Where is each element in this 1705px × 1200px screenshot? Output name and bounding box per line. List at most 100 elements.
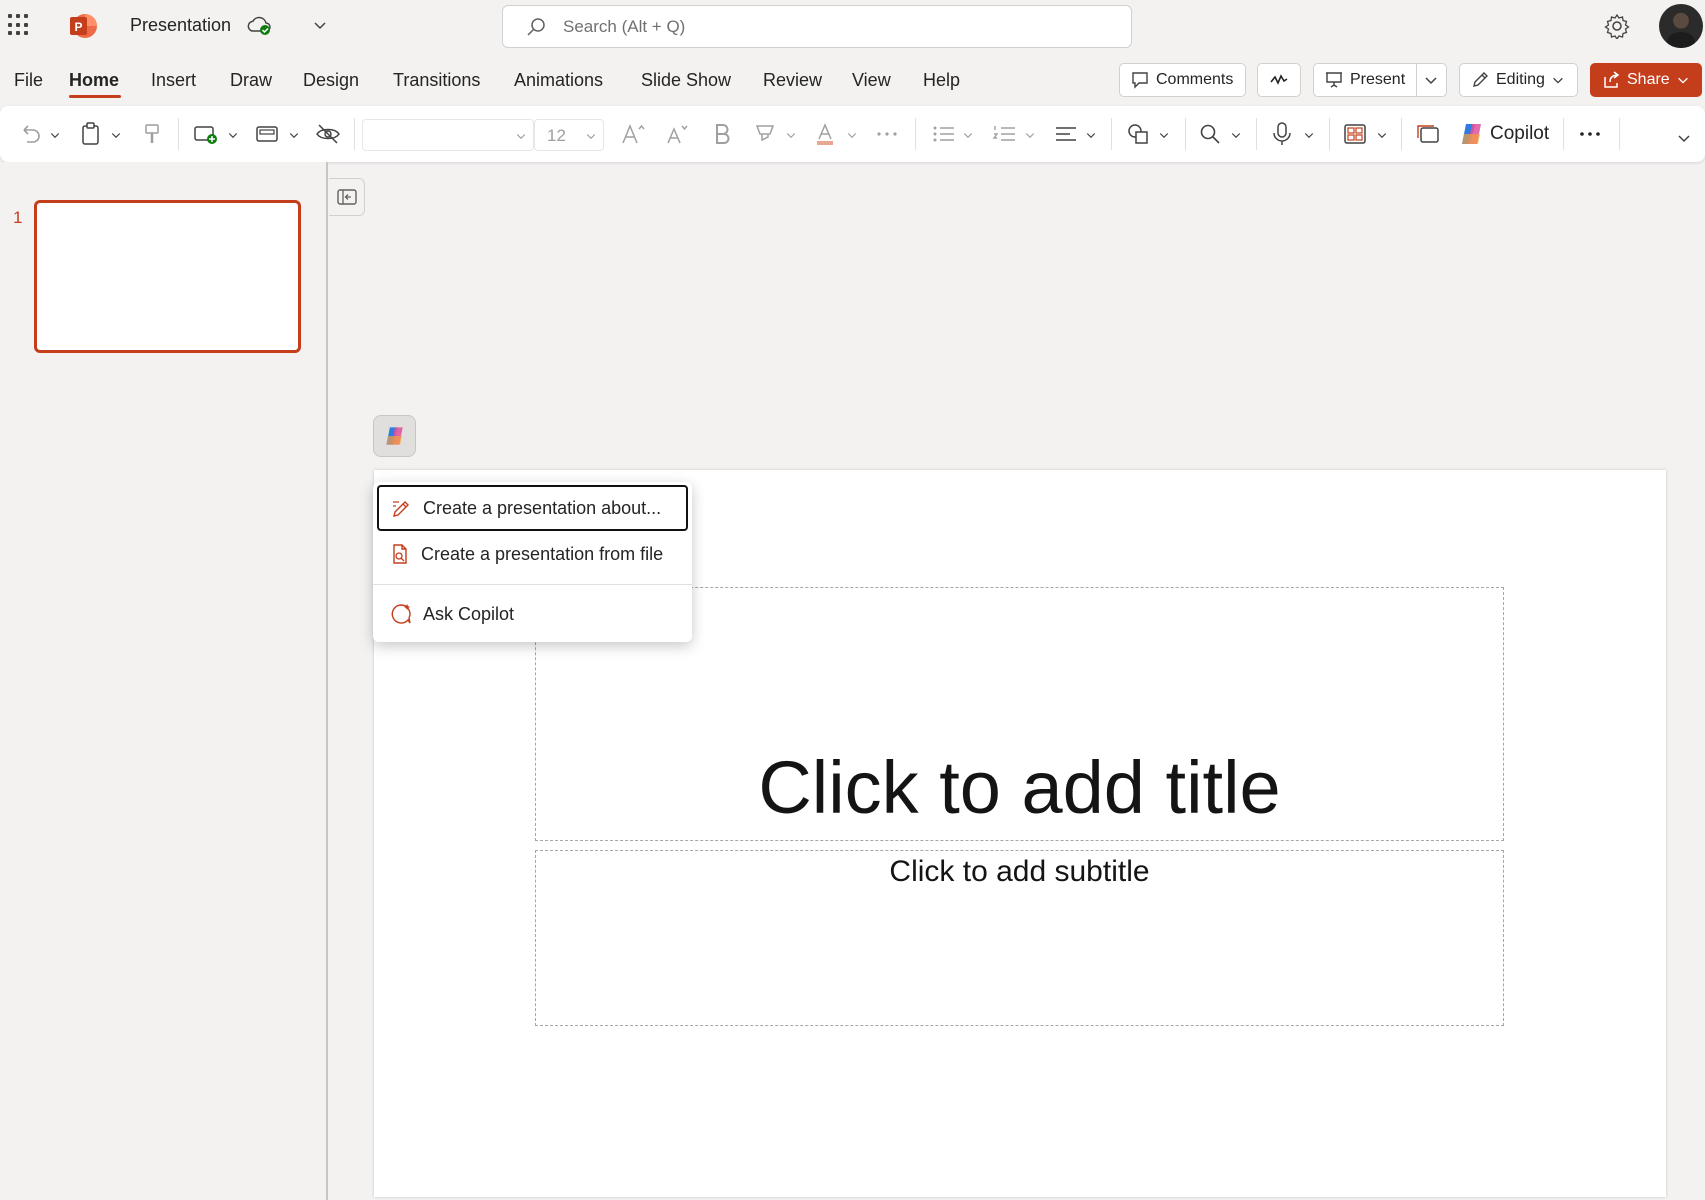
search-box[interactable]: Search (Alt + Q) <box>502 5 1132 48</box>
cloud-saved-icon[interactable] <box>246 15 272 37</box>
designer-icon[interactable] <box>1341 120 1369 148</box>
gear-icon[interactable] <box>1604 13 1630 41</box>
slide-number: 1 <box>13 208 23 227</box>
dictate-chevron-icon[interactable] <box>1303 128 1315 140</box>
menu-draw[interactable]: Draw <box>230 70 272 91</box>
menu-divider <box>373 584 692 585</box>
chevron-down-icon <box>1677 77 1688 84</box>
chevron-down-icon <box>585 129 597 141</box>
ribbon-expand-chevron-icon[interactable] <box>1676 130 1692 146</box>
more-options-icon[interactable] <box>1576 120 1604 148</box>
more-font-options-icon[interactable] <box>873 120 901 148</box>
decrease-font-size-icon[interactable] <box>664 120 692 148</box>
ask-copilot-label: Ask Copilot <box>423 603 515 624</box>
font-size-dropdown[interactable]: 12 <box>534 119 604 151</box>
menu-review[interactable]: Review <box>763 70 822 91</box>
copilot-icon[interactable] <box>1458 120 1486 148</box>
subtitle-placeholder-text: Click to add subtitle <box>889 855 1150 888</box>
menu-design[interactable]: Design <box>303 70 359 91</box>
comments-label: Comments <box>1156 71 1234 88</box>
numbering-icon[interactable] <box>991 120 1019 148</box>
search-placeholder: Search (Alt + Q) <box>563 17 686 36</box>
paste-icon[interactable] <box>77 120 105 148</box>
ribbon-divider <box>915 118 916 150</box>
find-chevron-icon[interactable] <box>1230 128 1242 140</box>
bold-icon[interactable] <box>708 120 736 148</box>
ribbon-divider <box>1329 118 1330 150</box>
bullets-chevron-icon[interactable] <box>962 128 974 140</box>
highlight-icon[interactable] <box>751 120 779 148</box>
editing-label: Editing <box>1496 71 1545 88</box>
slide-thumbnail[interactable] <box>34 200 301 353</box>
new-slide-icon[interactable] <box>191 120 219 148</box>
layout-icon[interactable] <box>253 120 281 148</box>
menu-file[interactable]: File <box>14 70 43 91</box>
menu-view[interactable]: View <box>852 70 891 91</box>
reuse-slides-icon[interactable] <box>1414 120 1442 148</box>
font-name-dropdown[interactable] <box>362 119 534 151</box>
layout-chevron-icon[interactable] <box>288 128 300 140</box>
copilot-floating-button[interactable] <box>373 415 416 457</box>
ask-copilot-item[interactable]: Ask Copilot <box>377 591 688 637</box>
numbering-chevron-icon[interactable] <box>1024 128 1036 140</box>
bullets-icon[interactable] <box>930 120 958 148</box>
font-color-icon[interactable] <box>811 120 839 148</box>
create-presentation-from-file-label: Create a presentation from file <box>421 543 664 564</box>
copilot-icon <box>385 427 403 445</box>
menu-transitions[interactable]: Transitions <box>393 70 480 91</box>
chevron-down-icon[interactable] <box>312 17 328 33</box>
app-launcher-icon[interactable] <box>8 14 30 36</box>
chevron-down-icon <box>1553 77 1563 84</box>
menu-slide-show[interactable]: Slide Show <box>641 70 731 91</box>
paste-chevron-icon[interactable] <box>110 128 122 140</box>
chevron-down-icon <box>515 129 527 141</box>
increase-font-size-icon[interactable] <box>620 120 648 148</box>
shapes-icon[interactable] <box>1124 120 1152 148</box>
search-icon <box>525 16 547 38</box>
shapes-chevron-icon[interactable] <box>1158 128 1170 140</box>
present-label: Present <box>1350 71 1406 88</box>
home-ribbon: 12 Copilot <box>0 106 1705 162</box>
svg-text:P: P <box>74 20 82 34</box>
format-painter-icon[interactable] <box>138 120 166 148</box>
catch-up-button[interactable] <box>1257 63 1301 97</box>
highlight-chevron-icon[interactable] <box>785 128 797 140</box>
comment-icon <box>1132 72 1148 89</box>
align-chevron-icon[interactable] <box>1085 128 1097 140</box>
document-title[interactable]: Presentation <box>130 15 231 36</box>
menu-help[interactable]: Help <box>923 70 960 91</box>
dictate-microphone-icon[interactable] <box>1268 120 1296 148</box>
ribbon-divider <box>1256 118 1257 150</box>
create-presentation-about-label: Create a presentation about... <box>423 497 662 518</box>
ribbon-divider <box>1619 118 1620 150</box>
chat-sparkle-icon <box>391 604 411 624</box>
undo-chevron-icon[interactable] <box>49 128 61 140</box>
ribbon-divider <box>354 118 355 150</box>
comments-button[interactable]: Comments <box>1119 63 1246 97</box>
panel-collapse-icon <box>336 189 357 205</box>
align-icon[interactable] <box>1052 120 1080 148</box>
activity-icon <box>1270 74 1288 85</box>
share-button[interactable]: Share <box>1590 63 1702 97</box>
editing-mode-button[interactable]: Editing <box>1459 63 1578 97</box>
document-search-icon <box>393 544 407 564</box>
pencil-icon <box>1473 72 1488 87</box>
menu-insert[interactable]: Insert <box>151 70 196 91</box>
collapse-pane-button[interactable] <box>329 178 365 216</box>
create-presentation-about-item[interactable]: Create a presentation about... <box>377 485 688 531</box>
present-dropdown-chevron-icon[interactable] <box>1423 72 1439 88</box>
active-tab-indicator <box>69 95 121 98</box>
avatar[interactable] <box>1659 4 1703 48</box>
designer-chevron-icon[interactable] <box>1376 128 1388 140</box>
title-placeholder-text: Click to add title <box>758 746 1281 829</box>
new-slide-chevron-icon[interactable] <box>227 128 239 140</box>
font-size-value: 12 <box>547 126 566 145</box>
hide-slide-icon[interactable] <box>314 120 342 148</box>
copilot-button-label[interactable]: Copilot <box>1490 123 1549 145</box>
menu-animations[interactable]: Animations <box>514 70 603 91</box>
font-color-chevron-icon[interactable] <box>846 128 858 140</box>
create-presentation-from-file-item[interactable]: Create a presentation from file <box>377 531 688 577</box>
undo-icon[interactable] <box>16 120 44 148</box>
menu-home[interactable]: Home <box>69 70 119 91</box>
find-icon[interactable] <box>1196 120 1224 148</box>
